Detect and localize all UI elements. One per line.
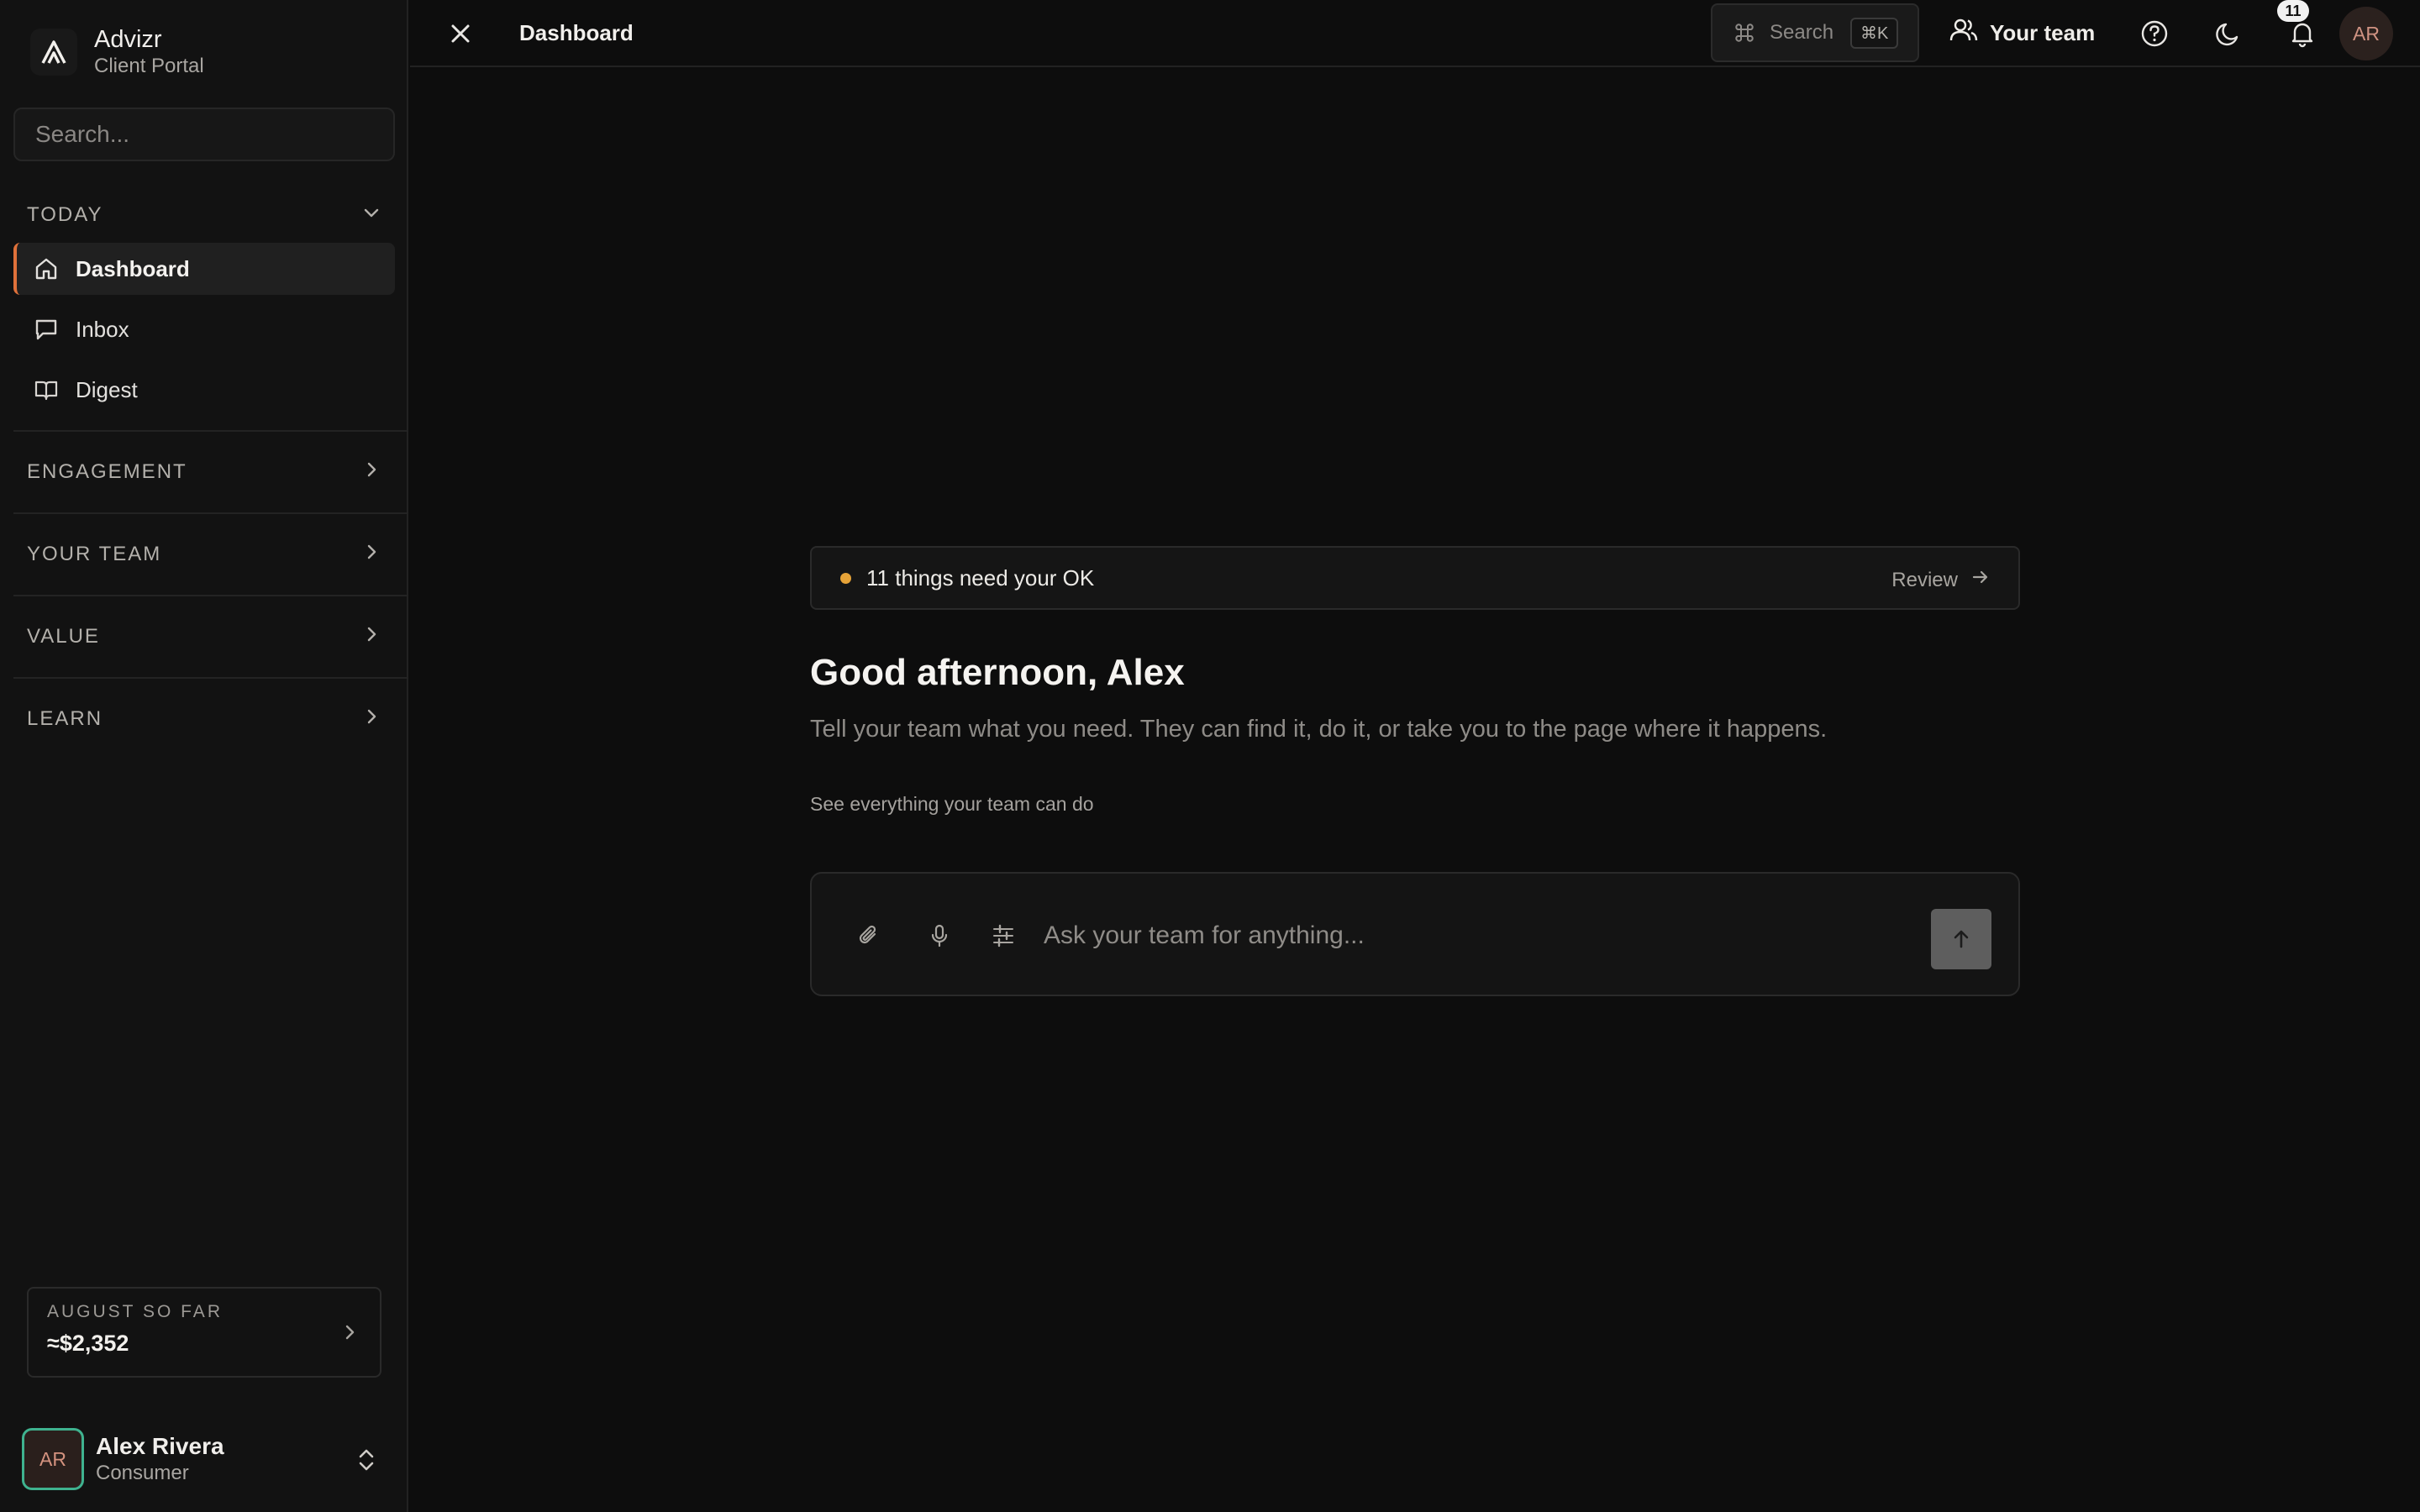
user-name: Alex Rivera bbox=[96, 1433, 224, 1459]
spend-value: ≈$2,352 bbox=[47, 1331, 129, 1356]
command-search-label: Search bbox=[1770, 21, 1834, 44]
send-button[interactable] bbox=[1931, 909, 1991, 969]
book-icon bbox=[34, 376, 60, 403]
bell-icon[interactable] bbox=[2287, 18, 2317, 49]
ask-team-input[interactable] bbox=[1044, 911, 1884, 961]
page-title: Dashboard bbox=[519, 20, 634, 45]
arrow-up-icon bbox=[1949, 927, 1973, 951]
review-label: Review bbox=[1891, 568, 1958, 591]
home-icon bbox=[34, 255, 60, 282]
help-icon[interactable] bbox=[2139, 18, 2170, 49]
section-today-label: TODAY bbox=[27, 203, 103, 226]
sidebar-item-inbox[interactable]: Inbox bbox=[13, 303, 395, 355]
approvals-banner[interactable]: 11 things need your OK Review bbox=[810, 546, 2020, 610]
section-your-team-toggle[interactable]: YOUR TEAM bbox=[13, 529, 395, 580]
sidebar-item-digest[interactable]: Digest bbox=[13, 364, 395, 416]
paperclip-icon[interactable] bbox=[854, 921, 884, 951]
notification-badge: 11 bbox=[2277, 0, 2309, 22]
arrow-right-icon bbox=[1971, 568, 1990, 592]
chevron-up-down-icon[interactable] bbox=[355, 1446, 378, 1478]
section-today-toggle[interactable]: TODAY bbox=[13, 190, 395, 240]
sidebar-item-label: Digest bbox=[76, 376, 138, 402]
greeting-heading: Good afternoon, Alex bbox=[810, 652, 1185, 693]
users-icon bbox=[1949, 17, 1978, 50]
spend-label: AUGUST SO FAR bbox=[47, 1302, 223, 1321]
section-engagement-toggle[interactable]: ENGAGEMENT bbox=[13, 447, 395, 497]
message-icon bbox=[34, 316, 60, 343]
avatar: AR bbox=[22, 1428, 84, 1490]
moon-icon[interactable] bbox=[2213, 18, 2244, 49]
chevron-right-icon bbox=[361, 459, 381, 486]
chevron-down-icon bbox=[361, 202, 381, 228]
close-icon[interactable] bbox=[445, 18, 476, 49]
brand-name: Advizr bbox=[94, 26, 162, 53]
brand[interactable]: Advizr Client Portal bbox=[30, 25, 204, 79]
brand-logo-icon bbox=[30, 29, 77, 76]
section-learn-toggle[interactable]: LEARN bbox=[13, 694, 395, 744]
section-divider bbox=[13, 430, 408, 432]
sliders-icon[interactable] bbox=[988, 921, 1018, 951]
section-divider bbox=[13, 595, 408, 596]
avatar[interactable]: AR bbox=[2339, 7, 2393, 60]
chevron-right-icon bbox=[361, 542, 381, 568]
your-team-label: Your team bbox=[1990, 20, 2096, 45]
section-value-toggle[interactable]: VALUE bbox=[13, 612, 395, 662]
approvals-message: 11 things need your OK bbox=[866, 564, 1095, 591]
see-capabilities-link[interactable]: See everything your team can do bbox=[810, 793, 1094, 816]
command-search-button[interactable]: Search ⌘K bbox=[1711, 3, 1919, 62]
your-team-button[interactable]: Your team bbox=[1949, 17, 2095, 50]
chevron-right-icon bbox=[361, 624, 381, 650]
user-menu[interactable]: AR Alex Rivera Consumer bbox=[22, 1428, 392, 1490]
topbar: Dashboard Search ⌘K Your team 11 AR bbox=[410, 0, 2420, 67]
sidebar: Advizr Client Portal TODAY Dashboard Inb… bbox=[0, 0, 408, 1512]
chevron-right-icon bbox=[339, 1322, 360, 1347]
sidebar-search-input[interactable] bbox=[13, 108, 395, 161]
section-divider bbox=[13, 512, 408, 514]
section-your-team-label: YOUR TEAM bbox=[27, 543, 162, 565]
command-icon bbox=[1733, 21, 1756, 45]
section-engagement-label: ENGAGEMENT bbox=[27, 460, 187, 483]
user-role: Consumer bbox=[96, 1462, 189, 1484]
spend-summary-card[interactable]: AUGUST SO FAR ≈$2,352 bbox=[27, 1287, 381, 1378]
sidebar-item-label: Dashboard bbox=[76, 255, 190, 281]
section-divider bbox=[13, 677, 408, 679]
microphone-icon[interactable] bbox=[924, 921, 955, 951]
section-learn-label: LEARN bbox=[27, 707, 103, 730]
review-button[interactable]: Review bbox=[1891, 568, 1990, 592]
pending-dot-icon bbox=[840, 572, 851, 584]
sidebar-item-dashboard[interactable]: Dashboard bbox=[13, 243, 395, 295]
keyboard-shortcut: ⌘K bbox=[1850, 17, 1899, 49]
section-value-label: VALUE bbox=[27, 625, 100, 648]
sidebar-item-label: Inbox bbox=[76, 316, 129, 342]
chevron-right-icon bbox=[361, 706, 381, 732]
chat-composer bbox=[810, 872, 2020, 996]
app-root: Advizr Client Portal TODAY Dashboard Inb… bbox=[0, 0, 2420, 1512]
brand-subtitle: Client Portal bbox=[94, 55, 204, 77]
greeting-subtitle: Tell your team what you need. They can f… bbox=[810, 716, 1828, 743]
